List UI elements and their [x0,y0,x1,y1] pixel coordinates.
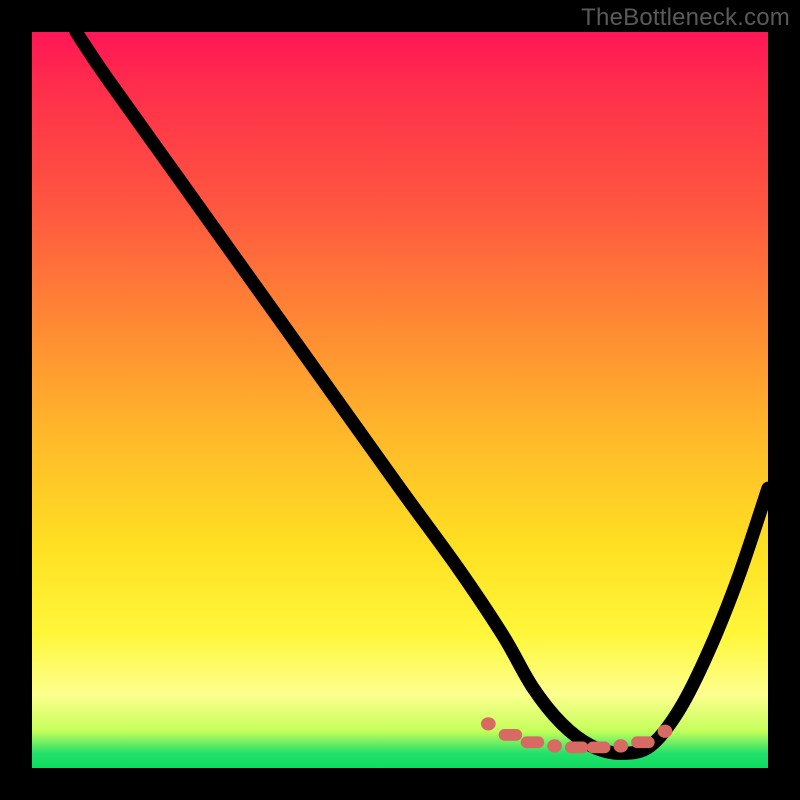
marker-dot [547,739,562,752]
marker-pill [587,742,611,754]
marker-pill [499,729,523,741]
watermark-text: TheBottleneck.com [581,4,790,32]
marker-dot [613,739,628,752]
bottleneck-curve [76,32,768,753]
marker-pill [521,736,545,748]
chart-frame: TheBottleneck.com [0,0,800,800]
marker-pill [565,742,589,754]
marker-dot [481,717,496,730]
plot-area [32,32,768,768]
marker-pill [631,736,655,748]
marker-dot [658,725,673,738]
curve-layer [32,32,768,768]
